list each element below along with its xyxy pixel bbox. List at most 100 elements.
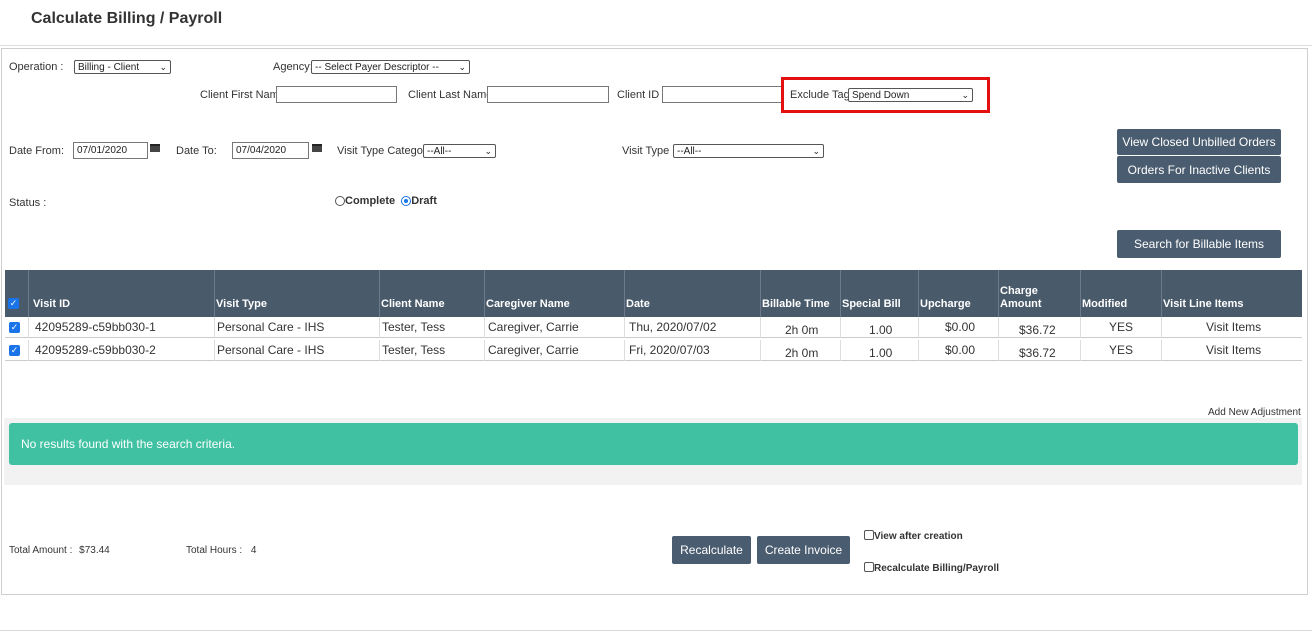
add-new-adjustment-link[interactable]: Add New Adjustment: [1208, 407, 1301, 418]
agency-label: Agency:: [273, 61, 313, 73]
col-charge-line1: Charge: [1000, 285, 1038, 297]
status-draft-label: Draft: [411, 195, 437, 207]
visit-type-category-value: --All--: [427, 145, 452, 157]
date-to-label: Date To:: [176, 145, 217, 157]
special-bill-cell: 1.00: [869, 323, 893, 337]
client-last-name-label: Client Last Name: [408, 89, 493, 101]
date-cell: Thu, 2020/07/02: [629, 320, 717, 334]
total-amount-label-text: Total Amount :: [9, 545, 73, 556]
agency-select-value: -- Select Payer Descriptor --: [315, 61, 439, 73]
caregiver-name-cell: Caregiver, Carrie: [488, 343, 579, 357]
view-after-creation-checkbox[interactable]: [864, 529, 874, 540]
date-from-input[interactable]: [73, 142, 148, 159]
chevron-down-icon: ⌄: [484, 145, 492, 156]
client-name-cell: Tester, Tess: [382, 343, 446, 357]
total-hours-label-text: Total Hours :: [186, 545, 243, 556]
client-name-cell: Tester, Tess: [382, 320, 446, 334]
billable-time-cell: 2h 0m: [785, 323, 819, 337]
col-date[interactable]: Date: [626, 298, 650, 311]
total-amount-label: Total Amount : $73.44: [9, 545, 110, 556]
status-radio-group: Complete Draft: [335, 195, 437, 207]
date-to-input[interactable]: [232, 142, 309, 159]
visit-items-link[interactable]: Visit Items: [1206, 343, 1261, 357]
col-charge-amount[interactable]: Charge Amount: [1000, 285, 1042, 311]
exclude-tag-select[interactable]: Spend Down ⌄: [848, 88, 973, 102]
calendar-icon[interactable]: [150, 144, 160, 152]
recalculate-billing-payroll-label: Recalculate Billing/Payroll: [874, 563, 1000, 574]
view-after-creation-option: View after creation: [864, 526, 963, 544]
upcharge-cell: $0.00: [945, 343, 976, 357]
select-all-checkbox[interactable]: ✓: [8, 298, 19, 309]
col-client-name[interactable]: Client Name: [381, 298, 445, 311]
client-first-name-input[interactable]: [276, 86, 397, 103]
modified-cell: YES: [1109, 343, 1134, 357]
total-hours-value: 4: [250, 545, 257, 556]
visit-type-cell: Personal Care - IHS: [217, 320, 325, 334]
orders-for-inactive-clients-button[interactable]: Orders For Inactive Clients: [1117, 156, 1281, 183]
modified-cell: YES: [1109, 320, 1134, 334]
recalculate-billing-payroll-option: Recalculate Billing/Payroll: [864, 558, 999, 576]
alert-message: No results found with the search criteri…: [21, 437, 236, 451]
status-label: Status :: [9, 197, 47, 209]
operation-label: Operation :: [9, 61, 64, 73]
row-checkbox[interactable]: ✓: [9, 322, 20, 333]
no-results-alert: No results found with the search criteri…: [9, 423, 1298, 465]
recalculate-button[interactable]: Recalculate: [672, 536, 751, 564]
total-hours-label: Total Hours : 4: [186, 545, 256, 556]
page-header: Calculate Billing / Payroll: [0, 0, 1312, 46]
col-caregiver-name[interactable]: Caregiver Name: [486, 298, 570, 311]
view-after-creation-label: View after creation: [874, 531, 963, 542]
calendar-icon[interactable]: [312, 144, 322, 152]
operation-select[interactable]: Billing - Client ⌄: [74, 60, 171, 74]
create-invoice-button[interactable]: Create Invoice: [757, 536, 850, 564]
col-charge-line2: Amount: [1000, 298, 1042, 310]
col-visit-type[interactable]: Visit Type: [216, 298, 267, 311]
table-row: ✓ 42095289-c59bb030-2 Personal Care - IH…: [5, 340, 1302, 361]
billable-time-cell: 2h 0m: [785, 346, 819, 360]
col-billable-time[interactable]: Billable Time: [762, 298, 830, 311]
special-bill-cell: 1.00: [869, 346, 893, 360]
status-complete-radio[interactable]: [335, 196, 345, 207]
visit-id-cell: 42095289-c59bb030-2: [35, 343, 156, 357]
upcharge-cell: $0.00: [945, 320, 976, 334]
total-amount-value: $73.44: [79, 545, 110, 556]
col-visit-id[interactable]: Visit ID: [33, 298, 70, 311]
agency-select[interactable]: -- Select Payer Descriptor -- ⌄: [311, 60, 470, 74]
col-visit-line-items[interactable]: Visit Line Items: [1163, 298, 1244, 311]
view-closed-unbilled-orders-button[interactable]: View Closed Unbilled Orders: [1117, 129, 1281, 155]
visit-type-select[interactable]: --All-- ⌄: [673, 144, 824, 158]
recalculate-billing-payroll-checkbox[interactable]: [864, 561, 874, 572]
visit-type-category-select[interactable]: --All-- ⌄: [423, 144, 496, 158]
chevron-down-icon: ⌄: [961, 89, 969, 100]
visit-type-value: --All--: [677, 145, 702, 157]
col-special-bill[interactable]: Special Bill: [842, 298, 901, 311]
charge-amount-cell: $36.72: [1019, 346, 1056, 360]
search-billable-items-button[interactable]: Search for Billable Items: [1117, 230, 1281, 258]
row-checkbox[interactable]: ✓: [9, 345, 20, 356]
operation-select-value: Billing - Client: [78, 61, 140, 73]
charge-amount-cell: $36.72: [1019, 323, 1056, 337]
client-id-input[interactable]: [662, 86, 783, 103]
chevron-down-icon: ⌄: [812, 145, 820, 156]
col-upcharge[interactable]: Upcharge: [920, 298, 971, 311]
exclude-tag-label: Exclude Tag:: [790, 89, 853, 101]
status-complete-label: Complete: [345, 195, 396, 207]
client-last-name-input[interactable]: [487, 86, 609, 103]
chevron-down-icon: ⌄: [458, 61, 466, 72]
exclude-tag-select-value: Spend Down: [852, 89, 910, 101]
visit-id-cell: 42095289-c59bb030-1: [35, 320, 156, 334]
visit-items-link[interactable]: Visit Items: [1206, 320, 1261, 334]
footer-divider: [0, 630, 1312, 631]
table-header: ✓ Visit ID Visit Type Client Name Caregi…: [5, 270, 1302, 317]
caregiver-name-cell: Caregiver, Carrie: [488, 320, 579, 334]
chevron-down-icon: ⌄: [159, 61, 167, 72]
table-row: ✓ 42095289-c59bb030-1 Personal Care - IH…: [5, 317, 1302, 338]
date-cell: Fri, 2020/07/03: [629, 343, 710, 357]
billable-items-table: ✓ Visit ID Visit Type Client Name Caregi…: [5, 270, 1302, 376]
client-id-label: Client ID: [617, 89, 660, 101]
visit-type-label: Visit Type: [622, 145, 670, 157]
date-from-label: Date From:: [9, 145, 65, 157]
status-draft-radio[interactable]: [401, 196, 412, 207]
page-title: Calculate Billing / Payroll: [31, 10, 223, 27]
col-modified[interactable]: Modified: [1082, 298, 1127, 311]
